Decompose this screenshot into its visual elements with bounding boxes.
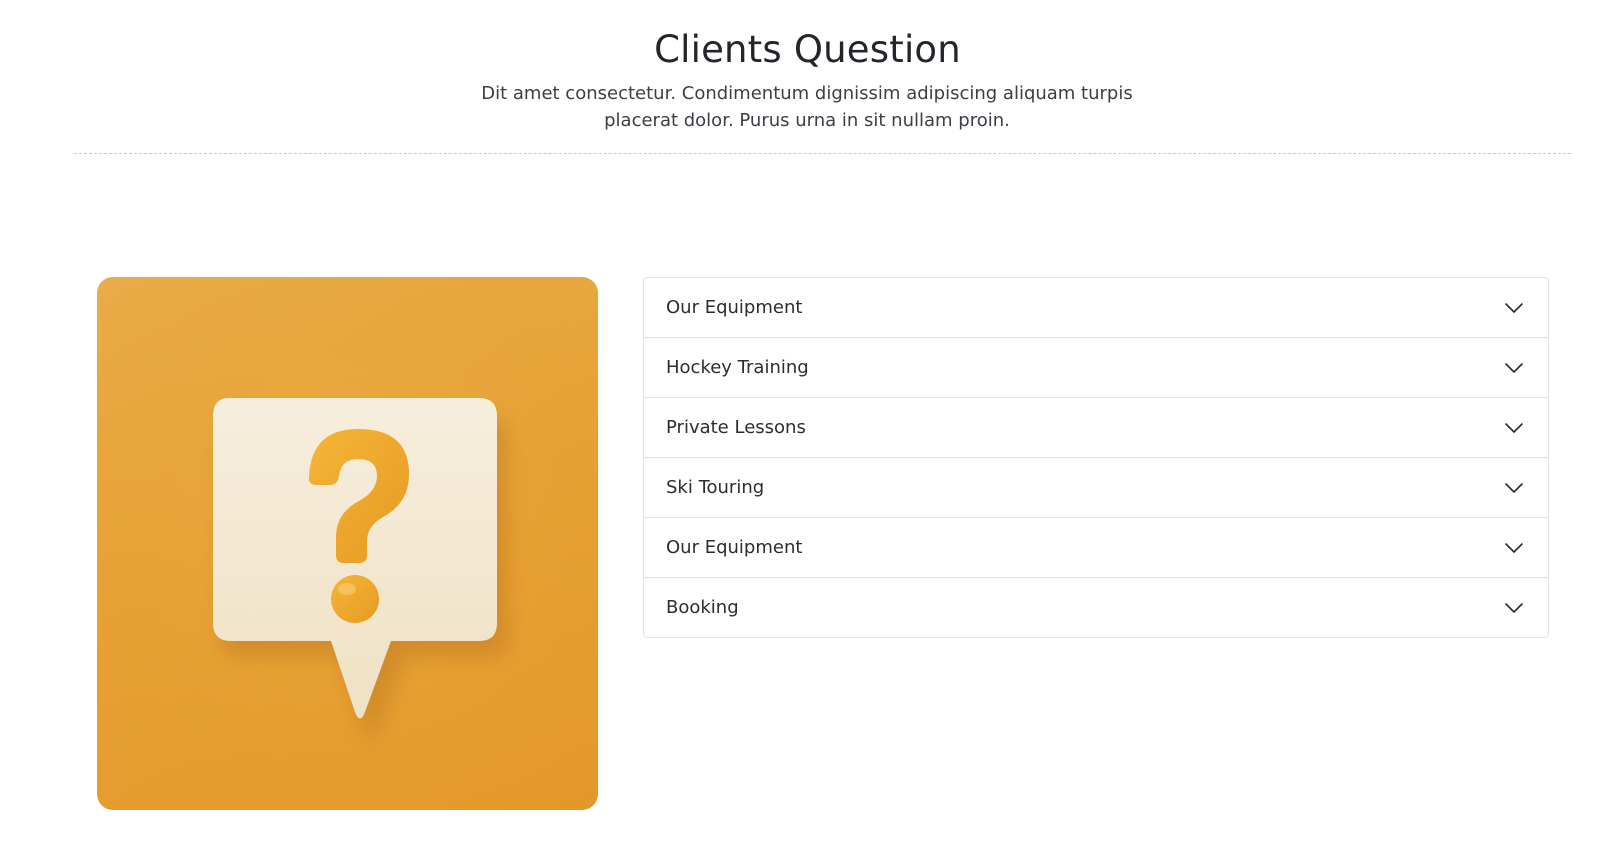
chevron-down-icon xyxy=(1505,543,1523,553)
chevron-down-icon xyxy=(1505,483,1523,493)
chevron-down-icon xyxy=(1505,303,1523,313)
faq-item-private-lessons[interactable]: Private Lessons xyxy=(644,397,1548,457)
faq-item-ski-touring[interactable]: Ski Touring xyxy=(644,457,1548,517)
faq-item-label: Ski Touring xyxy=(666,477,765,498)
faq-item-booking[interactable]: Booking xyxy=(644,577,1548,637)
faq-item-label: Private Lessons xyxy=(666,417,806,438)
faq-item-label: Our Equipment xyxy=(666,537,803,558)
faq-item-label: Our Equipment xyxy=(666,297,803,318)
faq-item-our-equipment[interactable]: Our Equipment xyxy=(644,278,1548,337)
page-subtitle: Dit amet consectetur. Condimentum dignis… xyxy=(481,83,1133,131)
question-bubble-icon xyxy=(97,277,598,810)
chevron-down-icon xyxy=(1505,423,1523,433)
faq-item-our-equipment-2[interactable]: Our Equipment xyxy=(644,517,1548,577)
page-title: Clients Question xyxy=(654,28,961,71)
chevron-down-icon xyxy=(1505,363,1523,373)
dashed-divider xyxy=(74,153,1571,154)
faq-item-label: Hockey Training xyxy=(666,357,809,378)
faq-illustration xyxy=(97,277,598,810)
faq-accordion: Our Equipment Hockey Training Private Le… xyxy=(643,277,1549,638)
faq-item-hockey-training[interactable]: Hockey Training xyxy=(644,337,1548,397)
faq-item-label: Booking xyxy=(666,597,739,618)
chevron-down-icon xyxy=(1505,603,1523,613)
